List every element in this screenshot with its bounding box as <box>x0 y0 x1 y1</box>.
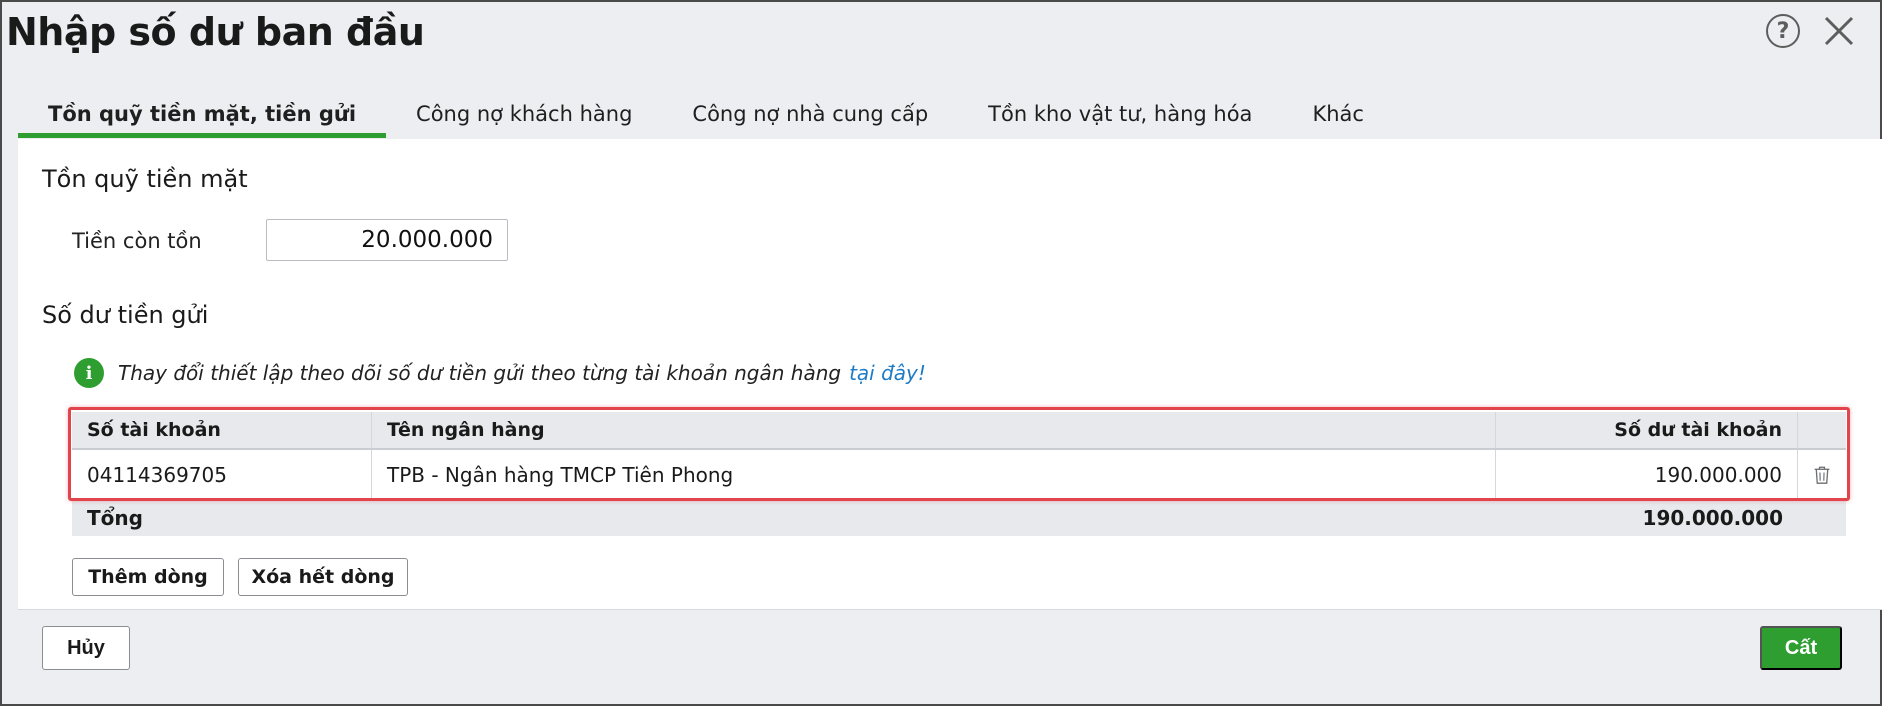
tab-panel: Tồn quỹ tiền mặt Tiền còn tồn Số dư tiền… <box>18 139 1882 609</box>
total-value: 190.000.000 <box>1642 506 1783 530</box>
help-icon[interactable]: ? <box>1766 14 1800 48</box>
close-icon[interactable] <box>1820 12 1858 50</box>
save-button[interactable]: Cất <box>1760 626 1842 670</box>
column-account-number: Số tài khoản <box>72 412 372 448</box>
total-row: Tổng 190.000.000 <box>72 500 1846 536</box>
cash-remaining-input[interactable] <box>266 219 508 261</box>
table-header: Số tài khoản Tên ngân hàng Số dư tài kho… <box>72 412 1846 450</box>
column-actions <box>1798 412 1846 448</box>
tab-bar: Tồn quỹ tiền mặt, tiền gửi Công nợ khách… <box>18 90 1394 138</box>
column-balance: Số dư tài khoản <box>1496 412 1798 448</box>
add-row-button[interactable]: Thêm dòng <box>72 558 224 596</box>
delete-row-button[interactable] <box>1798 450 1846 499</box>
tab-supplier-debt[interactable]: Công nợ nhà cung cấp <box>662 90 958 138</box>
info-icon: i <box>74 358 104 388</box>
tab-other[interactable]: Khác <box>1282 90 1394 138</box>
deposit-section-title: Số dư tiền gửi <box>42 301 209 329</box>
dialog-title: Nhập số dư ban đầu <box>6 10 425 54</box>
tab-customer-debt[interactable]: Công nợ khách hàng <box>386 90 662 138</box>
column-bank-name: Tên ngân hàng <box>372 412 1496 448</box>
tab-inventory[interactable]: Tồn kho vật tư, hàng hóa <box>958 90 1282 138</box>
cash-remaining-label: Tiền còn tồn <box>72 229 202 253</box>
total-label: Tổng <box>87 506 143 530</box>
clear-rows-button[interactable]: Xóa hết dòng <box>238 558 408 596</box>
bank-name-cell[interactable]: TPB - Ngân hàng TMCP Tiên Phong <box>372 450 1496 499</box>
info-banner: i Thay đổi thiết lập theo dõi số dư tiền… <box>74 358 926 388</box>
account-number-cell[interactable]: 04114369705 <box>72 450 372 499</box>
info-text: Thay đổi thiết lập theo dõi số dư tiền g… <box>118 361 842 385</box>
footer-divider <box>18 609 1882 610</box>
total-spacer <box>372 500 1496 536</box>
deposit-table: Số tài khoản Tên ngân hàng Số dư tài kho… <box>72 412 1846 536</box>
total-actions-spacer <box>1798 500 1846 536</box>
table-row[interactable]: 04114369705 TPB - Ngân hàng TMCP Tiên Ph… <box>72 450 1846 500</box>
cash-section-title: Tồn quỹ tiền mặt <box>42 165 248 193</box>
settings-link[interactable]: tại đây! <box>849 361 926 385</box>
balance-cell[interactable]: 190.000.000 <box>1496 450 1798 499</box>
dialog: Nhập số dư ban đầu ? Tồn quỹ tiền mặt, t… <box>0 0 1882 706</box>
tab-cash-deposit[interactable]: Tồn quỹ tiền mặt, tiền gửi <box>18 90 387 138</box>
trash-icon <box>1814 466 1830 484</box>
cancel-button[interactable]: Hủy <box>42 626 130 670</box>
